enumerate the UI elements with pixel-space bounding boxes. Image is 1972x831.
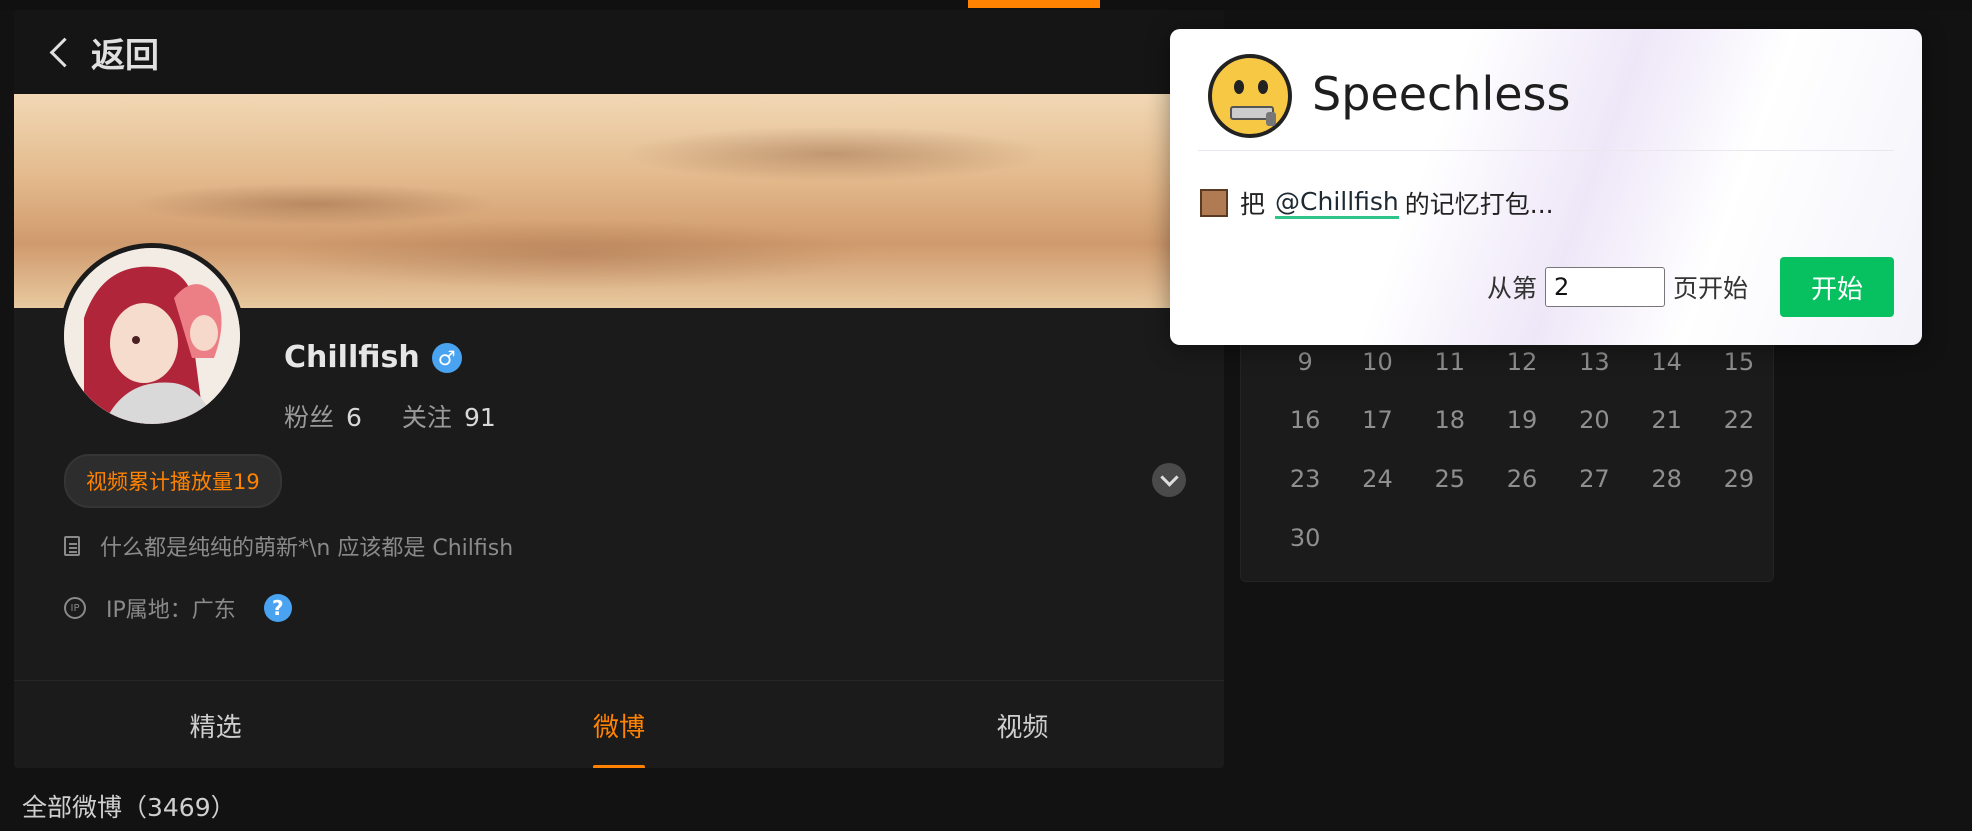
all-weibo-count: 全部微博（3469） xyxy=(22,793,236,822)
calendar-week-row: 9 10 11 12 13 14 15 xyxy=(1269,348,1775,376)
calendar-day[interactable]: 28 xyxy=(1630,465,1702,493)
video-views-badge[interactable]: 视频累计播放量19 xyxy=(64,454,282,508)
calendar-day[interactable]: 11 xyxy=(1414,348,1486,376)
eye xyxy=(1258,80,1268,94)
popup-title: Speechless xyxy=(1312,67,1571,121)
calendar-day[interactable]: 21 xyxy=(1630,406,1702,434)
calendar-day[interactable]: 14 xyxy=(1630,348,1702,376)
profile-tabs: 精选 微博 视频 xyxy=(14,680,1224,768)
expand-button[interactable] xyxy=(1152,463,1186,497)
calendar-day[interactable]: 16 xyxy=(1269,406,1341,434)
calendar-day[interactable]: 29 xyxy=(1703,465,1775,493)
bio-text: 什么都是纯纯的萌新*\n 应该都是 Chilfish xyxy=(100,536,514,561)
profile-name: Chillfish xyxy=(284,340,420,375)
follow-stat[interactable]: 关注 91 xyxy=(402,398,496,434)
calendar-day[interactable]: 9 xyxy=(1269,348,1341,376)
follow-count: 91 xyxy=(463,403,496,432)
ip-row: IP IP属地：广东 ? xyxy=(64,592,292,624)
document-icon xyxy=(64,536,80,556)
calendar-day[interactable]: 12 xyxy=(1486,348,1558,376)
package-icon xyxy=(1200,189,1228,217)
calendar-week-row: 23 24 25 26 27 28 29 xyxy=(1269,465,1775,493)
calendar-day[interactable]: 22 xyxy=(1703,406,1775,434)
popup-message: 把 @Chillfish 的记忆打包... xyxy=(1200,185,1554,221)
back-label: 返回 xyxy=(91,35,159,76)
message-suffix: 的记忆打包... xyxy=(1404,190,1554,219)
profile-card: 返回 Chillfish ♂ 粉丝 6 关注 91 视频累计播放量19 什么都是纯纯… xyxy=(14,10,1224,768)
chevron-left-icon xyxy=(49,37,80,67)
calendar-day[interactable]: 20 xyxy=(1558,406,1630,434)
calendar-day[interactable]: 18 xyxy=(1414,406,1486,434)
calendar-day[interactable]: 17 xyxy=(1341,406,1413,434)
start-button[interactable]: 开始 xyxy=(1780,257,1894,317)
calendar-day[interactable]: 24 xyxy=(1341,465,1413,493)
calendar-day[interactable]: 23 xyxy=(1269,465,1341,493)
bio-row: 什么都是纯纯的萌新*\n 应该都是 Chilfish xyxy=(64,530,513,562)
ip-icon: IP xyxy=(64,597,86,619)
calendar-day[interactable]: 30 xyxy=(1269,524,1341,552)
speechless-popup: Speechless 把 @Chillfish 的记忆打包... 从第 页开始 … xyxy=(1170,29,1922,345)
ip-location: IP属地：广东 xyxy=(106,598,236,623)
page-start-label: 页开始 xyxy=(1672,274,1748,303)
fans-label: 粉丝 xyxy=(284,403,335,432)
profile-stats: 粉丝 6 关注 91 xyxy=(284,398,496,434)
follow-label: 关注 xyxy=(401,403,452,432)
calendar-day[interactable]: 10 xyxy=(1341,348,1413,376)
name-row: Chillfish ♂ xyxy=(284,340,462,375)
divider xyxy=(1198,150,1894,151)
start-page-input[interactable] xyxy=(1544,267,1665,307)
fans-count: 6 xyxy=(346,403,362,432)
zipper-pull xyxy=(1266,112,1276,126)
fans-stat[interactable]: 粉丝 6 xyxy=(284,398,362,434)
tab-featured[interactable]: 精选 xyxy=(14,681,417,768)
calendar-week-row: 16 17 18 19 20 21 22 xyxy=(1269,406,1775,434)
zipper-mouth-face-icon xyxy=(1208,54,1292,138)
calendar-day[interactable]: 19 xyxy=(1486,406,1558,434)
calendar-day[interactable]: 26 xyxy=(1486,465,1558,493)
tab-weibo[interactable]: 微博 xyxy=(417,681,820,768)
calendar-day[interactable]: 25 xyxy=(1414,465,1486,493)
tab-video[interactable]: 视频 xyxy=(821,681,1224,768)
calendar-day[interactable]: 27 xyxy=(1558,465,1630,493)
avatar[interactable] xyxy=(59,243,245,429)
back-button[interactable]: 返回 xyxy=(14,10,1224,94)
calendar-week-row: 30 xyxy=(1269,524,1341,552)
user-mention[interactable]: @Chillfish xyxy=(1275,187,1399,219)
from-page-label: 从第 xyxy=(1486,274,1537,303)
calendar-day[interactable]: 15 xyxy=(1703,348,1775,376)
help-icon[interactable]: ? xyxy=(263,594,292,622)
chevron-down-icon xyxy=(1159,468,1179,487)
calendar-day[interactable]: 13 xyxy=(1558,348,1630,376)
male-icon: ♂ xyxy=(431,342,462,373)
active-nav-indicator xyxy=(968,0,1100,8)
message-prefix: 把 xyxy=(1240,190,1266,219)
eye xyxy=(1234,80,1244,94)
popup-controls: 从第 页开始 开始 xyxy=(1487,257,1894,317)
